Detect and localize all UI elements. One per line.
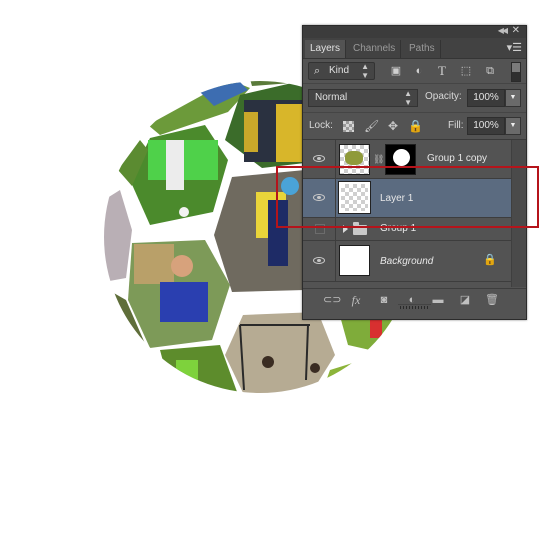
smart-object-filter-icon[interactable]: ⧉ — [484, 65, 496, 77]
new-layer-icon[interactable]: ◪ — [458, 293, 472, 307]
layers-scrollbar[interactable] — [511, 140, 526, 287]
layer-thumbnail — [338, 181, 371, 214]
eye-icon[interactable] — [313, 194, 325, 201]
layer-mask-thumbnail[interactable] — [385, 144, 416, 175]
youth-ball — [179, 207, 189, 217]
tab-layers[interactable]: Layers — [305, 40, 347, 58]
red-player-kit — [370, 320, 382, 338]
blue-kit-shirt — [160, 282, 208, 322]
panel-bottom-toolbar: ⊂⊃ fx ◙ ◐ ▬ ◪ 🗑 — [303, 288, 526, 311]
fill-input[interactable]: 100% — [467, 117, 505, 135]
layer-row-group-1-copy[interactable]: ⛓ Group 1 copy — [303, 140, 512, 179]
beach-kid-2 — [310, 363, 320, 373]
visibility-cell — [303, 179, 336, 217]
layer-name: Layer 1 — [380, 193, 414, 204]
eye-icon[interactable] — [313, 155, 325, 162]
opacity-label: Opacity: — [425, 91, 462, 102]
raincoat-hat — [281, 177, 299, 195]
updown-arrows-icon: ▲ ▼ — [361, 62, 369, 80]
photo-tile-bottom — [238, 403, 300, 412]
kind-filter-select[interactable]: ⌕ Kind ▲ ▼ — [308, 62, 375, 80]
celebration-yellow-2 — [244, 112, 258, 152]
opacity-dropdown-button[interactable]: ▼ — [505, 89, 521, 107]
panel-titlebar: ◀◀ ✕ — [303, 25, 526, 38]
beach-kid-1 — [262, 356, 274, 368]
blend-mode-select[interactable]: Normal ▲ ▼ — [308, 89, 418, 107]
opacity-input[interactable]: 100% — [467, 89, 505, 107]
adjustment-filter-icon[interactable]: ◐ — [413, 65, 425, 77]
visibility-cell — [303, 241, 336, 281]
layers-list: ⛓ Group 1 copy Layer 1 Group 1 Backgroun… — [303, 140, 512, 287]
youth-white-kit — [166, 140, 184, 190]
visibility-toggle-off[interactable] — [315, 224, 325, 234]
photo-tile-right-edge — [395, 320, 415, 350]
panel-menu-icon[interactable]: ▾☰ — [507, 41, 522, 54]
updown-arrows-icon: ▲ ▼ — [404, 89, 412, 107]
pixel-filter-icon[interactable]: ▣ — [390, 65, 402, 77]
layers-panel: ◀◀ ✕ Layers Channels Paths ▾☰ ⌕ Kind ▲ ▼ … — [302, 25, 527, 320]
collapse-arrows-icon[interactable]: ◀◀ — [498, 26, 508, 35]
mask-link-icon[interactable]: ⛓ — [373, 154, 384, 165]
layer-thumbnail — [339, 245, 370, 276]
blue-kit-head — [171, 255, 193, 277]
celebration-yellow — [276, 104, 302, 162]
search-icon: ⌕ — [314, 65, 321, 77]
eye-icon[interactable] — [313, 257, 325, 264]
visibility-cell — [303, 218, 336, 240]
shape-filter-icon[interactable]: ⬚ — [460, 65, 472, 77]
filter-row: ⌕ Kind ▲ ▼ ▣ ◐ T ⬚ ⧉ — [303, 59, 526, 84]
add-mask-icon[interactable]: ◙ — [377, 293, 391, 307]
filter-toggle-switch[interactable] — [511, 62, 521, 82]
close-icon[interactable]: ✕ — [512, 25, 520, 36]
layer-row-group-1[interactable]: Group 1 — [303, 218, 512, 241]
collage-thumb-shape — [345, 151, 363, 165]
link-layers-icon[interactable]: ⊂⊃ — [323, 293, 341, 307]
blue-kit-building — [134, 244, 174, 284]
fill-label: Fill: — [448, 120, 464, 131]
fx-icon[interactable]: fx — [349, 293, 363, 307]
lock-position-icon[interactable]: ✥ — [386, 119, 400, 133]
lock-transparent-pixels-icon[interactable] — [343, 121, 354, 132]
blend-mode-value: Normal — [315, 92, 348, 103]
visibility-cell — [303, 140, 336, 178]
new-group-icon[interactable]: ▬ — [431, 293, 445, 307]
blend-row: Normal ▲ ▼ Opacity: 100% ▼ — [303, 84, 526, 113]
kind-label: Kind — [329, 65, 350, 76]
resize-grip[interactable] — [398, 304, 431, 310]
lock-icon: 🔒 — [483, 254, 497, 266]
lock-row: Lock: 🖌 ✥ 🔒 Fill: 100% ▼ — [303, 113, 526, 140]
layer-name: Group 1 copy — [427, 153, 488, 164]
delete-icon[interactable]: 🗑 — [485, 293, 499, 307]
layer-name: Group 1 — [380, 223, 417, 234]
photo-tile-top — [248, 81, 305, 86]
layer-row-background[interactable]: Background 🔒 — [303, 241, 512, 282]
tab-paths[interactable]: Paths — [404, 40, 441, 58]
lock-label: Lock: — [309, 120, 333, 131]
goalkeeper-kit — [176, 360, 198, 382]
raincoat-blue — [268, 200, 288, 266]
tab-channels[interactable]: Channels — [348, 40, 402, 58]
layer-name: Background — [380, 256, 434, 267]
lock-image-pixels-icon[interactable]: 🖌 — [364, 119, 379, 133]
type-filter-icon[interactable]: T — [436, 64, 448, 77]
expand-triangle-icon[interactable] — [343, 225, 348, 233]
layer-thumbnail — [339, 144, 370, 175]
panel-tabs: Layers Channels Paths ▾☰ — [303, 38, 526, 59]
fill-dropdown-button[interactable]: ▼ — [505, 117, 521, 135]
layer-row-layer-1[interactable]: Layer 1 — [303, 179, 512, 218]
lock-all-icon[interactable]: 🔒 — [408, 119, 423, 133]
folder-icon — [353, 222, 367, 235]
